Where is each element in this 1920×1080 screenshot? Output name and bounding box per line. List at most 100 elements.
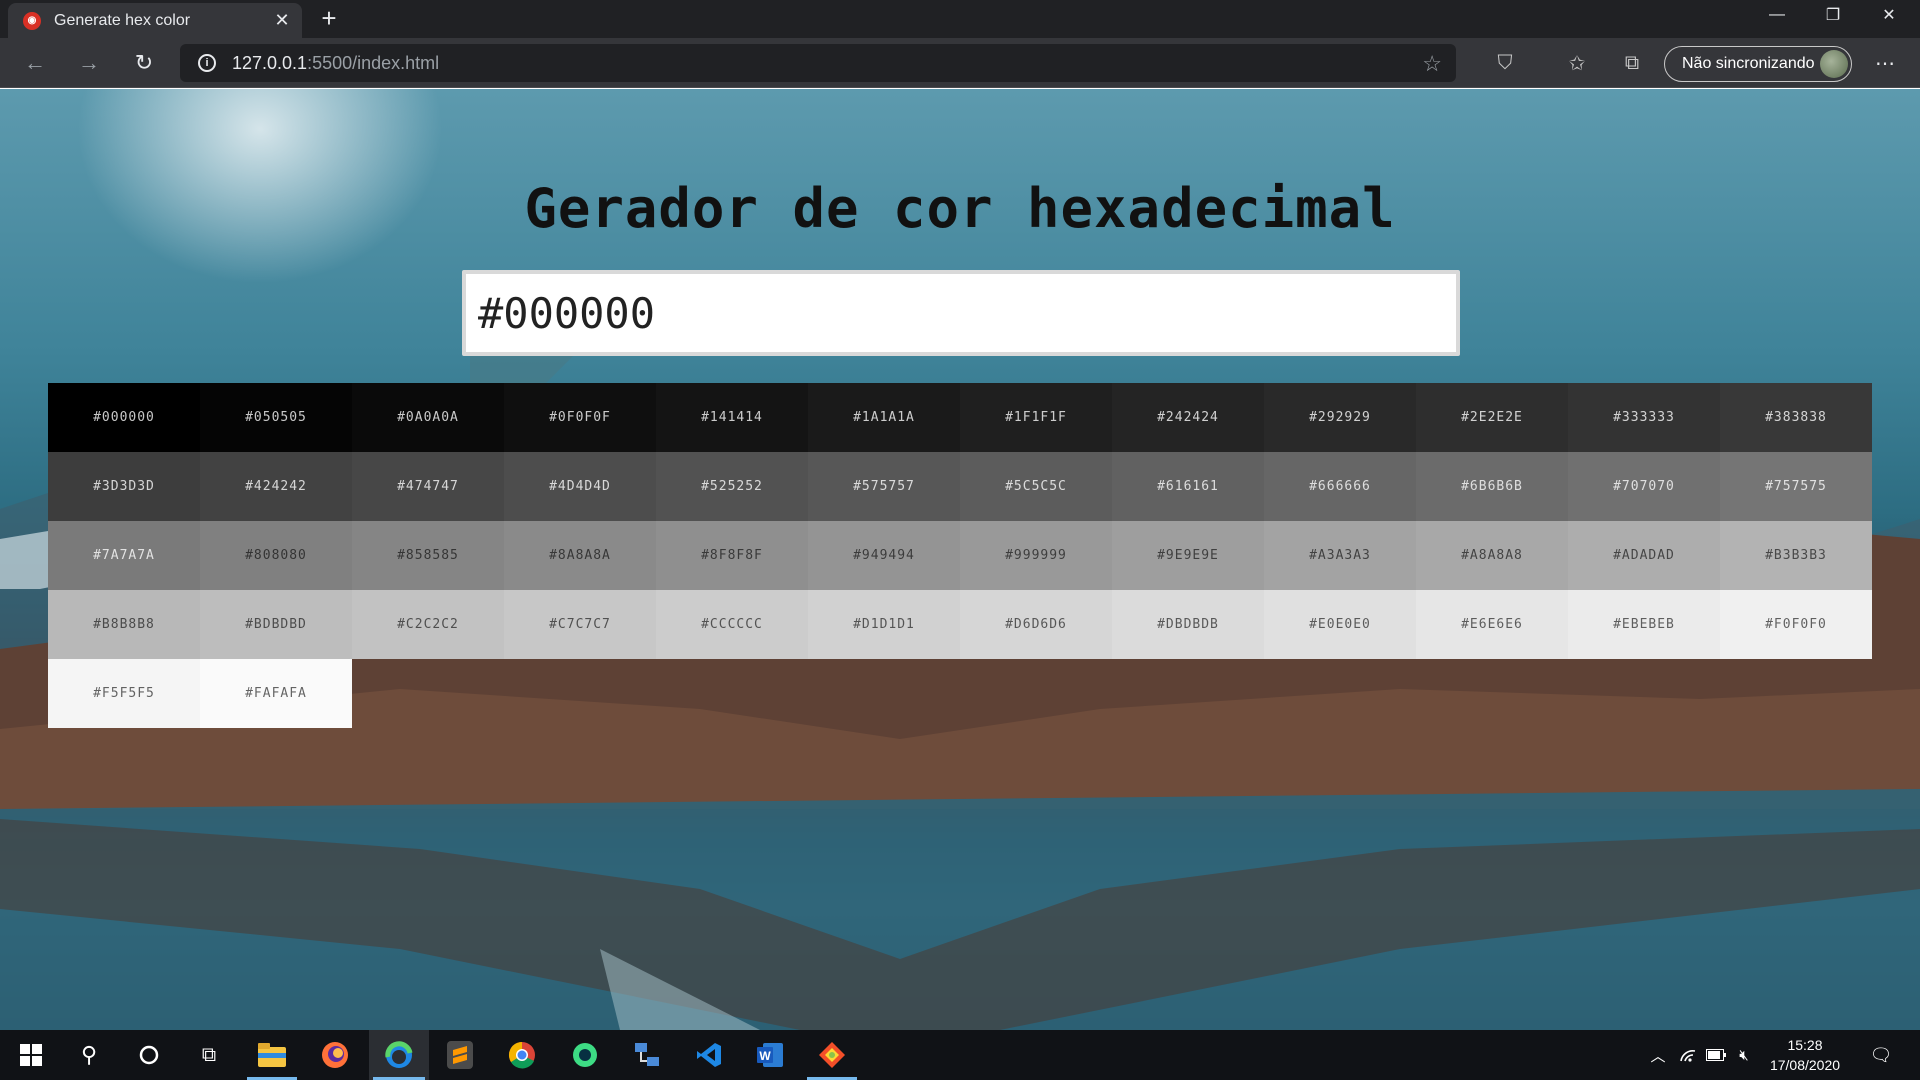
color-swatch[interactable]: #575757 (808, 452, 960, 521)
tab-close-icon[interactable]: ✕ (270, 9, 294, 33)
vscode-icon[interactable] (680, 1030, 738, 1080)
color-swatch[interactable]: #8A8A8A (504, 521, 656, 590)
color-swatch[interactable]: #D1D1D1 (808, 590, 960, 659)
color-swatch[interactable]: #3D3D3D (48, 452, 200, 521)
windows-taskbar: ⚲ ⧉ W ︿ 🔇︎ 15:28 17/08/2020 🗨︎ (0, 1030, 1920, 1080)
color-swatch[interactable]: #000000 (48, 383, 200, 452)
network-tool-icon[interactable] (618, 1030, 676, 1080)
color-swatch[interactable]: #1F1F1F (960, 383, 1112, 452)
color-swatch[interactable]: #A8A8A8 (1416, 521, 1568, 590)
sublime-text-icon[interactable] (431, 1030, 489, 1080)
system-clock[interactable]: 15:28 17/08/2020 (1760, 1035, 1850, 1075)
hex-color-input[interactable] (462, 270, 1460, 356)
wifi-icon[interactable] (1676, 1030, 1700, 1080)
color-swatch[interactable]: #424242 (200, 452, 352, 521)
browser-tab[interactable]: ◉ Generate hex color ✕ (8, 3, 302, 38)
color-swatch[interactable]: #F5F5F5 (48, 659, 200, 728)
profile-sync-button[interactable]: Não sincronizando (1664, 46, 1852, 82)
color-swatch[interactable]: #8F8F8F (656, 521, 808, 590)
clock-date: 17/08/2020 (1769, 1057, 1841, 1073)
color-swatch[interactable]: #EBEBEB (1568, 590, 1720, 659)
color-swatch[interactable]: #5C5C5C (960, 452, 1112, 521)
back-arrow-icon[interactable]: ← (20, 48, 50, 78)
color-swatch[interactable]: #242424 (1112, 383, 1264, 452)
color-swatch[interactable]: #4D4D4D (504, 452, 656, 521)
address-bar[interactable]: i 127.0.0.1:5500/index.html ☆ (180, 44, 1456, 82)
color-swatch[interactable]: #C2C2C2 (352, 590, 504, 659)
battery-icon[interactable] (1704, 1030, 1728, 1080)
tracking-prevention-shield-icon[interactable]: ⛉ (1492, 50, 1518, 76)
site-info-icon[interactable]: i (198, 54, 216, 72)
color-swatch[interactable]: #757575 (1720, 452, 1872, 521)
firefox-icon[interactable] (306, 1030, 364, 1080)
color-swatch[interactable]: #707070 (1568, 452, 1720, 521)
color-swatch[interactable]: #858585 (352, 521, 504, 590)
color-swatch[interactable]: #292929 (1264, 383, 1416, 452)
color-swatch[interactable]: #CCCCCC (656, 590, 808, 659)
notifications-icon[interactable]: 🗨︎ (1866, 1030, 1896, 1080)
sync-label: Não sincronizando (1682, 55, 1815, 72)
color-swatch[interactable]: #C7C7C7 (504, 590, 656, 659)
git-kraken-icon[interactable] (803, 1030, 861, 1080)
url-path: :5500/index.html (307, 52, 440, 73)
task-view-icon[interactable]: ⧉ (180, 1030, 238, 1080)
clock-time: 15:28 (1787, 1037, 1823, 1053)
minimize-button[interactable]: — (1754, 0, 1800, 30)
page-title: Gerador de cor hexadecimal (524, 177, 1396, 240)
search-icon[interactable]: ⚲ (60, 1030, 118, 1080)
color-swatch[interactable]: #141414 (656, 383, 808, 452)
color-swatch[interactable]: #616161 (1112, 452, 1264, 521)
chrome-icon[interactable] (493, 1030, 551, 1080)
color-swatch[interactable]: #B8B8B8 (48, 590, 200, 659)
svg-text:W: W (759, 1049, 771, 1063)
color-swatch[interactable]: #999999 (960, 521, 1112, 590)
word-icon[interactable]: W (742, 1030, 800, 1080)
close-window-button[interactable]: ✕ (1866, 0, 1912, 30)
color-swatch[interactable]: #0F0F0F (504, 383, 656, 452)
color-swatch[interactable]: #050505 (200, 383, 352, 452)
color-swatch[interactable]: #F0F0F0 (1720, 590, 1872, 659)
color-swatch[interactable]: #949494 (808, 521, 960, 590)
color-swatch[interactable]: #E0E0E0 (1264, 590, 1416, 659)
windows-start-icon[interactable] (2, 1030, 60, 1080)
color-swatch[interactable]: #808080 (200, 521, 352, 590)
color-swatch[interactable]: #FAFAFA (200, 659, 352, 728)
url-text[interactable]: 127.0.0.1:5500/index.html (232, 53, 439, 74)
color-swatch[interactable]: #7A7A7A (48, 521, 200, 590)
collections-icon[interactable]: ⧉ (1619, 50, 1645, 76)
edge-icon[interactable] (369, 1030, 429, 1080)
restore-button[interactable]: ❐ (1810, 0, 1856, 30)
browser-toolbar: ← → ↻ i 127.0.0.1:5500/index.html ☆ ⛉ ✩ … (0, 38, 1920, 88)
color-swatch[interactable]: #383838 (1720, 383, 1872, 452)
new-tab-button[interactable]: + (316, 5, 342, 32)
color-swatch[interactable]: #9E9E9E (1112, 521, 1264, 590)
color-swatch[interactable]: #1A1A1A (808, 383, 960, 452)
color-swatch[interactable]: #2E2E2E (1416, 383, 1568, 452)
cortana-icon[interactable] (120, 1030, 178, 1080)
color-swatch[interactable]: #6B6B6B (1416, 452, 1568, 521)
color-swatch[interactable]: #D6D6D6 (960, 590, 1112, 659)
color-swatch-grid: #000000 #050505 #0A0A0A #0F0F0F #141414 #1A1A… (48, 383, 1872, 728)
color-swatch[interactable]: #A3A3A3 (1264, 521, 1416, 590)
refresh-icon[interactable]: ↻ (129, 48, 159, 78)
android-studio-icon[interactable] (556, 1030, 614, 1080)
color-swatch[interactable]: #DBDBDB (1112, 590, 1264, 659)
color-swatch[interactable]: #ADADAD (1568, 521, 1720, 590)
avatar (1820, 50, 1848, 78)
color-swatch[interactable]: #B3B3B3 (1720, 521, 1872, 590)
speaker-muted-icon[interactable]: 🔇︎ (1732, 1030, 1756, 1080)
color-swatch[interactable]: #E6E6E6 (1416, 590, 1568, 659)
color-swatch[interactable]: #474747 (352, 452, 504, 521)
chevron-up-icon[interactable]: ︿ (1646, 1030, 1670, 1080)
color-swatch[interactable]: #525252 (656, 452, 808, 521)
favorites-list-icon[interactable]: ✩ (1564, 50, 1590, 76)
favorite-star-icon[interactable]: ☆ (1422, 51, 1442, 77)
color-swatch[interactable]: #BDBDBD (200, 590, 352, 659)
url-host: 127.0.0.1 (232, 52, 308, 73)
color-swatch[interactable]: #666666 (1264, 452, 1416, 521)
forward-arrow-icon[interactable]: → (74, 48, 104, 78)
file-explorer-icon[interactable] (243, 1030, 301, 1080)
color-swatch[interactable]: #333333 (1568, 383, 1720, 452)
color-swatch[interactable]: #0A0A0A (352, 383, 504, 452)
more-menu-icon[interactable]: ⋯ (1872, 50, 1898, 76)
